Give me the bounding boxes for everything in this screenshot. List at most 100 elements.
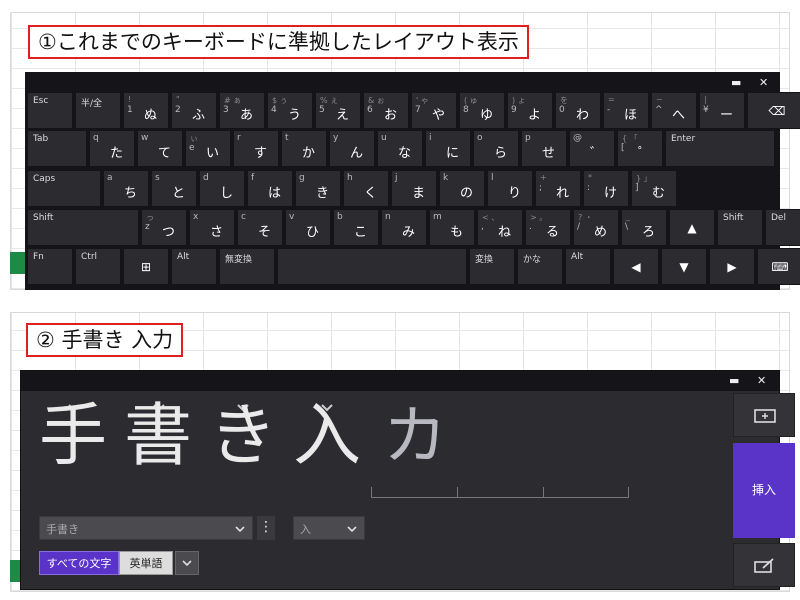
key-m[interactable]: mも — [429, 209, 475, 246]
key-w[interactable]: wて — [137, 130, 183, 167]
handwriting-minimize-icon[interactable]: ▬ — [729, 374, 739, 387]
key-l[interactable]: lり — [487, 170, 533, 207]
recognized-char[interactable]: 入 — [293, 403, 361, 471]
tab-dropdown[interactable] — [175, 551, 199, 575]
dock-button[interactable] — [733, 393, 795, 437]
key-fn[interactable]: Fn — [27, 248, 73, 285]
key-1[interactable]: ! 1 ぬ — [123, 92, 169, 129]
key-h[interactable]: hく — [343, 170, 389, 207]
key-c[interactable]: cそ — [237, 209, 283, 246]
tab-english-words[interactable]: 英単語 — [119, 551, 173, 575]
recognized-char[interactable]: 手 — [39, 403, 107, 471]
key-lbr[interactable]: { 「[゜ — [617, 130, 663, 167]
key-5[interactable]: % ぇ5え — [315, 92, 361, 129]
tab-all-characters[interactable]: すべての文字 — [39, 551, 119, 575]
keyboard-minimize-icon[interactable]: ▬ — [731, 76, 741, 89]
key-2[interactable]: " 2 ふ — [171, 92, 217, 129]
key-i[interactable]: iに — [425, 130, 471, 167]
recognized-char[interactable]: 書 — [124, 403, 192, 471]
key-colon[interactable]: *: け — [583, 170, 629, 207]
key-kana[interactable]: かな — [517, 248, 563, 285]
key-0[interactable]: を0わ — [555, 92, 601, 129]
key-kana: め — [594, 225, 608, 240]
key-esc[interactable]: Esc — [27, 92, 73, 129]
key-d[interactable]: dし — [199, 170, 245, 207]
key-alt[interactable]: Alt — [171, 248, 217, 285]
key-v[interactable]: vひ — [285, 209, 331, 246]
key-shift-label: _ — [626, 212, 630, 221]
key-char: b — [337, 212, 343, 222]
keyboard-close-icon[interactable]: ✕ — [759, 76, 768, 89]
key-space[interactable] — [277, 248, 467, 285]
key-yen[interactable]: | ¥ ー — [699, 92, 745, 129]
key-lshift[interactable]: Shift — [27, 209, 139, 246]
key-s[interactable]: sと — [151, 170, 197, 207]
candidate-dropdown-2[interactable]: 入 — [293, 516, 365, 540]
key-ctrl[interactable]: Ctrl — [75, 248, 121, 285]
key-label: Enter — [671, 134, 696, 144]
key-t[interactable]: tか — [281, 130, 327, 167]
key-caps[interactable]: Caps — [27, 170, 101, 207]
recognized-char[interactable]: き — [209, 403, 277, 471]
key-ralt[interactable]: Alt — [565, 248, 611, 285]
key-n[interactable]: nみ — [381, 209, 427, 246]
key-comma[interactable]: < 、, ね — [477, 209, 523, 246]
key-del[interactable]: Del — [765, 209, 800, 246]
key-x[interactable]: xさ — [189, 209, 235, 246]
key-y[interactable]: yん — [329, 130, 375, 167]
key-j[interactable]: jま — [391, 170, 437, 207]
key-q[interactable]: qた — [89, 130, 135, 167]
key-bksp[interactable]: ⌫ — [747, 92, 800, 129]
key-semi[interactable]: +; れ — [535, 170, 581, 207]
key-char: k — [443, 173, 449, 183]
key-3[interactable]: # ぁ3あ — [219, 92, 265, 129]
pen-button[interactable] — [733, 543, 795, 587]
key-enter[interactable]: Enter — [665, 130, 775, 167]
key-b[interactable]: bこ — [333, 209, 379, 246]
key-char: 7 — [415, 105, 421, 115]
more-options-button[interactable]: ⋮ — [257, 516, 275, 540]
key-k[interactable]: kの — [439, 170, 485, 207]
key-char: q — [93, 133, 99, 143]
key-4[interactable]: $ ぅ4う — [267, 92, 313, 129]
key-kana: や — [432, 108, 446, 123]
key-kana: え — [336, 108, 350, 123]
handwriting-close-icon[interactable]: ✕ — [757, 374, 766, 387]
key-up[interactable]: ▲ — [669, 209, 715, 246]
key-hankaku[interactable]: 半/全 — [75, 92, 121, 129]
key-rshift[interactable]: Shift — [717, 209, 763, 246]
key-tab[interactable]: Tab — [27, 130, 87, 167]
key-char: a — [107, 173, 113, 183]
key-p[interactable]: pせ — [521, 130, 567, 167]
key-period[interactable]: > 。. る — [525, 209, 571, 246]
key-muhenkan[interactable]: 無変換 — [219, 248, 275, 285]
key-left[interactable]: ◀ — [613, 248, 659, 285]
key-kana: ね — [498, 225, 512, 240]
candidate-dropdown[interactable]: 手書き — [39, 516, 253, 540]
key-f[interactable]: fは — [247, 170, 293, 207]
key-at[interactable]: @ ゛ — [569, 130, 615, 167]
key-a[interactable]: aち — [103, 170, 149, 207]
key-9[interactable]: ) ょ9よ — [507, 92, 553, 129]
key-o[interactable]: oら — [473, 130, 519, 167]
key-win[interactable]: ⊞ — [123, 248, 169, 285]
key-slash[interactable]: ? ・ / め — [573, 209, 619, 246]
key-rbr[interactable]: } 」] む — [631, 170, 677, 207]
key-u[interactable]: uな — [377, 130, 423, 167]
key-7[interactable]: ' ゃ7や — [411, 92, 457, 129]
key-bslash[interactable]: _ \ ろ — [621, 209, 667, 246]
key-minus[interactable]: = - ほ — [603, 92, 649, 129]
key-kbdicon[interactable]: ⌨ — [757, 248, 800, 285]
key-down[interactable]: ▼ — [661, 248, 707, 285]
insert-button[interactable]: 挿入 — [733, 443, 795, 538]
key-r[interactable]: rす — [233, 130, 279, 167]
key-z[interactable]: っzつ — [141, 209, 187, 246]
key-henkan[interactable]: 変換 — [469, 248, 515, 285]
key-8[interactable]: ( ゅ8ゆ — [459, 92, 505, 129]
key-e[interactable]: ぃeい — [185, 130, 231, 167]
ink-canvas[interactable]: カ — [371, 401, 629, 501]
key-6[interactable]: & ぉ6お — [363, 92, 409, 129]
key-g[interactable]: gき — [295, 170, 341, 207]
key-right[interactable]: ▶ — [709, 248, 755, 285]
key-caret[interactable]: ~ ^ へ — [651, 92, 697, 129]
